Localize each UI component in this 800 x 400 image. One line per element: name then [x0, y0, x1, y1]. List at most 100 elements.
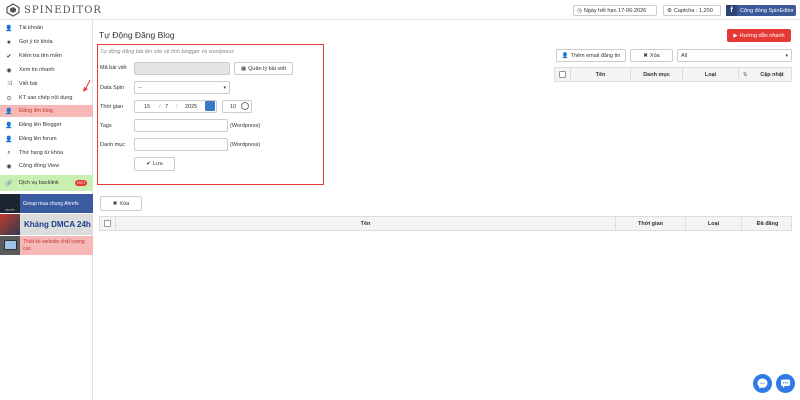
quick-guide-button[interactable]: ▶ Hướng dẫn nhanh [727, 29, 791, 42]
banner-ahrefs-text: Group mua chung Ahrefs [20, 194, 93, 213]
date-separator: / [159, 103, 161, 110]
sidebar-item-goi-y-tu-khoa[interactable]: ★ Gợi ý từ khóa [0, 36, 93, 48]
delete-button-bottom[interactable]: ✖ Xóa [100, 196, 142, 211]
column-header-loai[interactable]: Loại [683, 68, 739, 81]
copy-check-icon: ⊙ [6, 95, 12, 102]
add-email-button[interactable]: 👤 Thêm email đăng tin [556, 49, 626, 62]
logo[interactable]: SPINEDITOR [6, 3, 102, 17]
save-button[interactable]: ✔ Lưu [134, 157, 175, 171]
user-icon: 👤 [5, 108, 13, 115]
column-header-loai[interactable]: Loại [686, 217, 742, 230]
banner-ahrefs[interactable]: ahrefs Group mua chung Ahrefs [0, 194, 93, 213]
delete-button-top[interactable]: ✖ Xóa [630, 49, 673, 62]
calendar-icon[interactable] [205, 101, 215, 111]
bottom-table-header: Tên Thời gian Loại Đã đăng [99, 216, 792, 231]
sidebar-item-label: Đăng lên Blogger [19, 122, 62, 128]
date-separator: / [176, 103, 178, 110]
sidebar-item-label: Thứ hạng từ khóa [19, 150, 64, 156]
ahrefs-thumbnail: ahrefs [0, 194, 20, 213]
hot-badge: HOT [75, 180, 88, 186]
thoi-gian-label: Thời gian [100, 104, 124, 110]
ma-bai-viet-label: Mã bài viết [100, 65, 127, 71]
manage-posts-button[interactable]: ▦ Quản lý bài viết [234, 62, 293, 75]
danh-muc-input[interactable] [134, 138, 228, 151]
tags-label: Tags [100, 123, 112, 129]
page-title: Tự Động Đăng Blog [99, 30, 175, 40]
sidebar-item-label: Kiểm tra tên miền [19, 53, 63, 59]
messenger-icon [757, 378, 768, 389]
select-all-cell [555, 68, 571, 81]
user-icon: 👤 [5, 25, 13, 32]
select-all-cell [100, 217, 116, 230]
banner-dmca[interactable]: Kháng DMCA 24h [0, 214, 93, 235]
danh-muc-suffix: (Wordpress) [230, 142, 261, 148]
clock-icon[interactable] [241, 102, 249, 110]
shuffle-icon: ⤨ [6, 80, 12, 87]
spineditor-logo-icon [6, 3, 20, 17]
ahrefs-thumb-text: ahrefs [5, 208, 15, 212]
sidebar-item-kiem-tra-ten-mien[interactable]: ✔ Kiểm tra tên miền [0, 50, 93, 62]
sidebar-item-viet-bai[interactable]: ⤨ Viết bài [0, 78, 93, 90]
sidebar-item-label: Gợi ý từ khóa [19, 39, 53, 45]
clock-icon: ◷ [577, 7, 582, 14]
sidebar-item-dich-vu-backlink[interactable]: 🔗 Dịch vụ backlink HOT [0, 175, 93, 191]
banner-website-design[interactable]: Thiết kế website chất lượng cao [0, 236, 93, 255]
sidebar-item-label: KT sao chép nội dung [19, 95, 73, 101]
data-spin-select[interactable]: -- ▾ [134, 81, 230, 94]
column-header-ten[interactable]: Tên [571, 68, 631, 81]
sidebar-item-thu-hang-tu-khoa[interactable]: ⌕ Thứ hạng từ khóa [0, 147, 93, 159]
star-icon: ★ [6, 39, 12, 46]
column-header-ten[interactable]: Tên [116, 217, 616, 230]
danh-muc-label: Danh mục [100, 142, 126, 148]
save-label: Lưu [152, 161, 163, 167]
search-icon: ⌕ [7, 149, 11, 156]
eye-icon: ◉ [6, 163, 12, 170]
hour-value: 10 [230, 104, 237, 110]
filter-select[interactable]: All ▾ [677, 49, 792, 62]
ma-bai-viet-input[interactable] [134, 62, 230, 75]
sort-icon[interactable]: ⇅ [739, 68, 751, 81]
banner-dmca-text: Kháng DMCA 24h [24, 220, 91, 229]
sidebar-item-dang-len-blogger[interactable]: 👤 Đăng lên Blogger [0, 119, 93, 131]
quick-guide-label: Hướng dẫn nhanh [739, 32, 785, 39]
expire-date-text: Ngày hết hạn 17-06-2026 [583, 7, 647, 14]
form-hint: Tự động đăng bài lên site vệ tinh blogge… [100, 49, 235, 55]
day-value[interactable]: 15 [144, 104, 150, 110]
data-spin-label: Data Spin [100, 85, 125, 91]
facebook-community-button[interactable]: f Cộng đồng SpinEditor [726, 5, 796, 16]
year-value[interactable]: 2025 [185, 104, 197, 110]
video-icon: ▶ [733, 32, 738, 39]
user-icon: 👤 [561, 52, 569, 59]
user-icon: 👤 [5, 136, 13, 143]
tags-input[interactable] [134, 119, 228, 132]
delete-label: Xóa [119, 200, 130, 207]
add-email-label: Thêm email đăng tin [570, 52, 621, 59]
month-value[interactable]: 7 [165, 104, 168, 110]
sidebar-item-label: Dịch vụ backlink [19, 180, 59, 186]
captcha-text: Captcha : 1,200 [673, 7, 713, 14]
sidebar-item-kt-sao-chep[interactable]: ⊙ KT sao chép nội dung [0, 92, 93, 104]
delete-label: Xóa [649, 52, 660, 59]
sidebar-item-label: Viết bài [19, 81, 38, 87]
sidebar-item-xem-tin-nhanh[interactable]: ◉ Xem tin nhanh [0, 64, 93, 76]
column-header-thoi-gian[interactable]: Thời gian [616, 217, 686, 230]
column-header-danh-muc[interactable]: Danh mục [631, 68, 683, 81]
facebook-icon: f [726, 5, 737, 16]
chat-button[interactable] [776, 374, 795, 393]
sidebar-item-cong-dong-view[interactable]: ◉ Cộng đồng View [0, 160, 93, 172]
sidebar-item-dang-len-blog[interactable]: 👤 Đăng lên blog [0, 105, 93, 117]
close-icon: ✖ [112, 200, 118, 207]
sidebar-item-tai-khoan[interactable]: 👤 Tài khoản [0, 22, 93, 34]
table-icon: ▦ [240, 65, 247, 72]
sidebar-item-label: Đăng lên forum [19, 136, 57, 142]
column-header-cap-nhat[interactable]: Cập nhật [751, 68, 793, 81]
select-all-checkbox[interactable] [104, 220, 111, 227]
sidebar-item-label: Đăng lên blog [19, 108, 53, 114]
messenger-button[interactable] [753, 374, 772, 393]
link-icon: 🔗 [5, 180, 13, 187]
column-header-da-dang[interactable]: Đã đăng [742, 217, 793, 230]
check-icon: ✔ [6, 53, 12, 60]
select-all-checkbox[interactable] [559, 71, 566, 78]
sidebar-item-dang-len-forum[interactable]: 👤 Đăng lên forum [0, 133, 93, 145]
chevron-down-icon: ▾ [223, 85, 226, 91]
